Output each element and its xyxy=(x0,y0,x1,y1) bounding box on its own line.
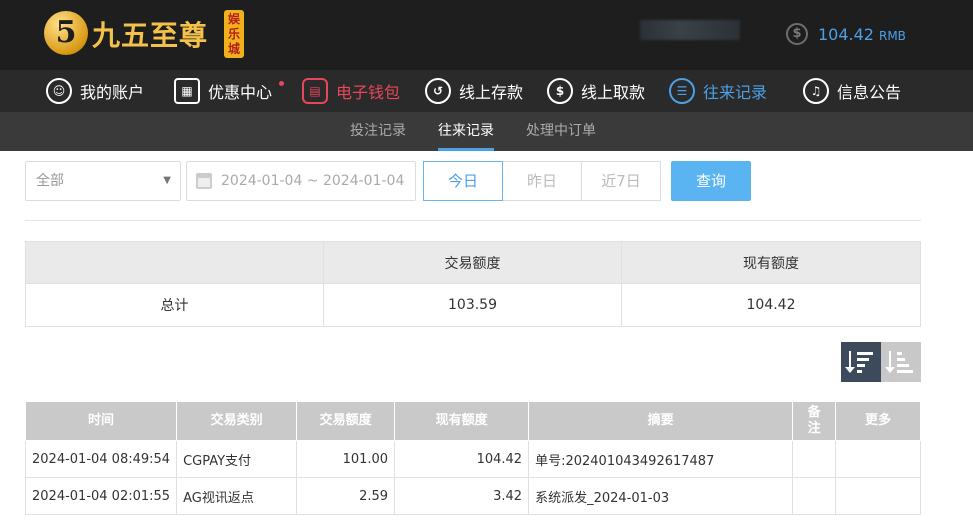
records-header-row: 时间 交易类别 交易额度 现有额度 摘要 备注 更多 xyxy=(24,401,921,441)
cell-type: AG视讯返点 xyxy=(176,477,298,515)
type-select-value: 全部 xyxy=(36,173,64,189)
cell-more[interactable] xyxy=(835,477,921,515)
tab-bet-records[interactable]: 投注记录 xyxy=(350,112,406,151)
balance-amount: 104.42 xyxy=(818,24,874,44)
blurred-username xyxy=(640,20,740,40)
cell-type: CGPAY支付 xyxy=(176,440,298,478)
sort-ascending-button[interactable] xyxy=(881,342,921,382)
nav-label: 线上存款 xyxy=(459,83,524,102)
brand-logo[interactable]: 5 九五至尊 娱乐城 xyxy=(44,8,244,60)
summary-row: 总计 103.59 104.42 xyxy=(25,283,921,327)
cell-more[interactable] xyxy=(835,440,921,478)
nav-label: 电子钱包 xyxy=(336,83,401,102)
summary-current-balance: 104.42 xyxy=(621,283,921,327)
calendar-icon xyxy=(196,173,212,189)
summary-header-row: 交易额度 现有额度 xyxy=(25,241,921,284)
table-row[interactable]: 2024-01-04 08:49:54 CGPAY支付 101.00 104.4… xyxy=(24,440,921,478)
cell-amount: 101.00 xyxy=(296,440,396,478)
deposit-icon: ↺ xyxy=(425,78,451,104)
nav-label: 线上取款 xyxy=(581,83,646,102)
top-header: 5 九五至尊 娱乐城 $ 104.42 RMB xyxy=(0,0,973,70)
query-button[interactable]: 查询 xyxy=(671,161,751,201)
caret-down-icon: ▼ xyxy=(163,175,171,186)
records-icon: ☰ xyxy=(669,78,695,104)
dollar-coin-icon: $ xyxy=(786,23,808,45)
balance-unit: RMB xyxy=(878,28,906,43)
col-type: 交易类别 xyxy=(176,401,298,441)
date-range-input[interactable]: 2024-01-04 ~ 2024-01-04 xyxy=(186,161,416,201)
col-remark: 备注 xyxy=(792,401,837,441)
notification-dot xyxy=(279,81,284,86)
bell-icon: ♫ xyxy=(803,78,829,104)
col-summary: 摘要 xyxy=(528,401,794,441)
cell-time: 2024-01-04 08:49:54 xyxy=(24,440,178,478)
divider xyxy=(25,220,921,221)
summary-header: 现有额度 xyxy=(621,241,921,284)
cell-summary: 系统派发_2024-01-03 xyxy=(528,477,794,515)
cell-amount: 2.59 xyxy=(296,477,396,515)
withdraw-icon: $ xyxy=(547,78,573,104)
sort-descending-button[interactable] xyxy=(841,342,881,382)
range-today-button[interactable]: 今日 xyxy=(423,161,503,201)
col-balance: 现有额度 xyxy=(394,401,530,441)
range-yesterday-button[interactable]: 昨日 xyxy=(502,161,582,201)
nav-online-withdraw[interactable]: $ 线上取款 xyxy=(547,70,645,112)
nav-label: 优惠中心 xyxy=(208,83,273,102)
col-more: 更多 xyxy=(835,401,921,441)
cell-balance: 3.42 xyxy=(394,477,530,515)
table-row[interactable]: 2024-01-04 02:01:55 AG视讯返点 2.59 3.42 系统派… xyxy=(24,477,921,515)
nav-label: 往来记录 xyxy=(703,83,768,102)
nav-my-account[interactable]: ☺ 我的账户 xyxy=(46,70,144,112)
cell-remark xyxy=(792,440,837,478)
summary-transaction-amount: 103.59 xyxy=(323,283,622,327)
sub-nav: 投注记录 往来记录 处理中订单 xyxy=(0,112,973,151)
date-range-value: 2024-01-04 ~ 2024-01-04 xyxy=(221,173,405,189)
logo-mark: 5 xyxy=(44,11,88,55)
tab-pending-orders[interactable]: 处理中订单 xyxy=(526,112,596,151)
summary-header xyxy=(25,241,324,284)
nav-e-wallet[interactable]: ▤ 电子钱包 xyxy=(302,70,400,112)
col-time: 时间 xyxy=(24,401,178,441)
nav-label: 我的账户 xyxy=(80,83,145,102)
gift-icon: ▦ xyxy=(174,78,200,104)
cell-time: 2024-01-04 02:01:55 xyxy=(24,477,178,515)
nav-online-deposit[interactable]: ↺ 线上存款 xyxy=(425,70,523,112)
summary-label: 总计 xyxy=(25,283,324,327)
type-select[interactable]: 全部 ▼ xyxy=(25,161,181,201)
cell-remark xyxy=(792,477,837,515)
cell-balance: 104.42 xyxy=(394,440,530,478)
user-icon: ☺ xyxy=(46,78,72,104)
brand-name: 九五至尊 xyxy=(92,19,209,52)
main-nav: ☺ 我的账户 ▦ 优惠中心 ▤ 电子钱包 ↺ 线上存款 $ 线上取款 ☰ 往来记… xyxy=(0,70,973,112)
tab-transaction-records[interactable]: 往来记录 xyxy=(438,112,494,151)
summary-table: 交易额度 现有额度 总计 103.59 104.42 xyxy=(25,241,921,327)
nav-label: 信息公告 xyxy=(837,83,902,102)
cell-summary: 单号:202401043492617487 xyxy=(528,440,794,478)
col-amount: 交易额度 xyxy=(296,401,396,441)
nav-announcements[interactable]: ♫ 信息公告 xyxy=(803,70,901,112)
brand-badge: 娱乐城 xyxy=(224,10,244,58)
nav-promotions[interactable]: ▦ 优惠中心 xyxy=(174,70,272,112)
nav-records[interactable]: ☰ 往来记录 xyxy=(669,70,767,112)
balance-display: $ 104.42 RMB xyxy=(786,22,906,46)
range-7days-button[interactable]: 近7日 xyxy=(581,161,661,201)
records-table: 时间 交易类别 交易额度 现有额度 摘要 备注 更多 2024-01-04 08… xyxy=(24,401,921,515)
summary-header: 交易额度 xyxy=(323,241,622,284)
wallet-icon: ▤ xyxy=(302,78,328,104)
